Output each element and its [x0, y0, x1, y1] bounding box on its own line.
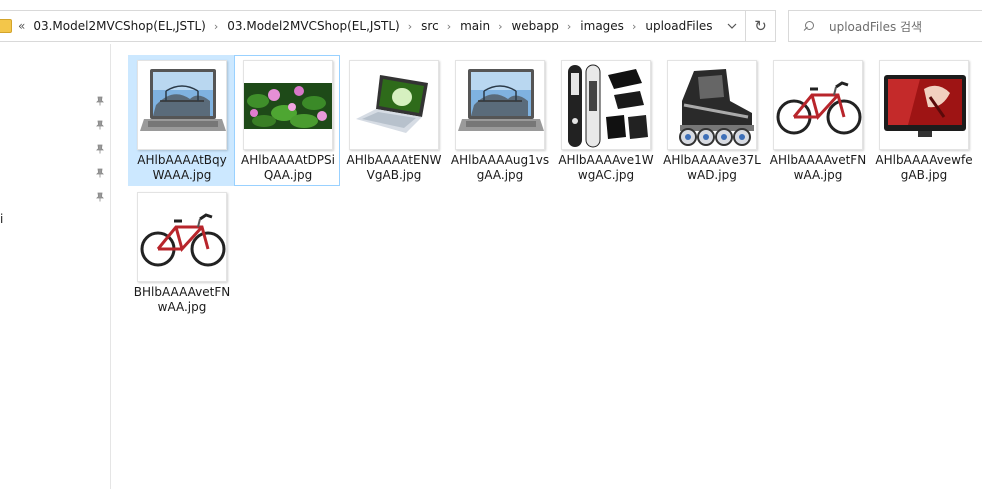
file-name: AHlbAAAAve37L wAD.jpg — [663, 153, 761, 182]
image-thumbnail — [137, 60, 227, 150]
search-icon — [803, 20, 814, 32]
file-item[interactable]: AHlbAAAAtDPSi QAA.jpg — [234, 55, 340, 186]
image-thumbnail — [349, 60, 439, 150]
chevron-down-icon[interactable] — [721, 11, 743, 41]
file-name: AHlbAAAAvewfe gAB.jpg — [875, 153, 973, 182]
file-item[interactable]: BHlbAAAAvetFN wAA.jpg — [128, 187, 234, 318]
breadcrumb-item[interactable]: images — [580, 19, 624, 33]
pin-icon[interactable] — [95, 192, 105, 202]
file-item[interactable]: AHlbAAAAtBqy WAAA.jpg — [128, 55, 234, 186]
breadcrumb-separator-icon[interactable]: › — [408, 20, 412, 33]
breadcrumb[interactable]: « 03.Model2MVCShop(EL,JSTL) › 03.Model2M… — [0, 10, 746, 42]
address-bar: « 03.Model2MVCShop(EL,JSTL) › 03.Model2M… — [0, 0, 982, 44]
pin-icon[interactable] — [95, 120, 105, 130]
breadcrumb-separator-icon[interactable]: › — [447, 20, 451, 33]
file-name: AHlbAAAAtENW VgAB.jpg — [346, 153, 442, 182]
image-thumbnail — [667, 60, 757, 150]
file-item[interactable]: AHlbAAAAug1vs gAA.jpg — [446, 55, 552, 186]
nav-item-partial-label[interactable]: i — [0, 212, 3, 226]
image-thumbnail — [455, 60, 545, 150]
file-name: AHlbAAAAve1W wgAC.jpg — [558, 153, 654, 182]
breadcrumb-item-current[interactable]: uploadFiles — [645, 19, 712, 33]
file-name: AHlbAAAAtDPSi QAA.jpg — [241, 153, 335, 182]
image-thumbnail — [773, 60, 863, 150]
breadcrumb-item[interactable]: 03.Model2MVCShop(EL,JSTL) — [33, 19, 206, 33]
file-item[interactable]: AHlbAAAAvewfe gAB.jpg — [870, 55, 976, 186]
breadcrumb-separator-icon[interactable]: › — [632, 20, 636, 33]
file-item[interactable]: AHlbAAAAtENW VgAB.jpg — [340, 55, 446, 186]
file-list: AHlbAAAAtBqy WAAA.jpg AHlbAAAAtDPSi QAA.jp… — [112, 44, 982, 489]
search-placeholder: uploadFiles 검색 — [829, 19, 923, 34]
breadcrumb-separator-icon[interactable]: › — [567, 20, 571, 33]
breadcrumb-item[interactable]: 03.Model2MVCShop(EL,JSTL) — [227, 19, 400, 33]
folder-icon — [0, 19, 12, 33]
file-name: AHlbAAAAug1vs gAA.jpg — [450, 153, 550, 182]
file-item[interactable]: AHlbAAAAve1W wgAC.jpg — [552, 55, 658, 186]
breadcrumb-item[interactable]: main — [460, 19, 490, 33]
breadcrumb-separator-icon[interactable]: › — [214, 20, 218, 33]
breadcrumb-item[interactable]: webapp — [511, 19, 558, 33]
image-thumbnail — [137, 192, 227, 282]
refresh-icon: ↻ — [754, 17, 767, 35]
refresh-button[interactable]: ↻ — [746, 10, 776, 42]
file-item[interactable]: AHlbAAAAve37L wAD.jpg — [658, 55, 764, 186]
pin-icon[interactable] — [95, 144, 105, 154]
pin-icon[interactable] — [95, 168, 105, 178]
navigation-pane: i — [0, 44, 111, 489]
image-thumbnail — [879, 60, 969, 150]
breadcrumb-separator-icon[interactable]: › — [498, 20, 502, 33]
pin-icon[interactable] — [95, 96, 105, 106]
double-chevron-left-icon[interactable]: « — [18, 19, 25, 33]
file-item[interactable]: AHlbAAAAvetFN wAA.jpg — [764, 55, 870, 186]
image-thumbnail — [561, 60, 651, 150]
breadcrumb-item[interactable]: src — [421, 19, 439, 33]
file-name: AHlbAAAAtBqy WAAA.jpg — [137, 153, 227, 182]
file-name: AHlbAAAAvetFN wAA.jpg — [769, 153, 867, 182]
image-thumbnail — [243, 60, 333, 150]
search-input[interactable]: uploadFiles 검색 — [788, 10, 982, 42]
file-name: BHlbAAAAvetFN wAA.jpg — [133, 285, 231, 314]
